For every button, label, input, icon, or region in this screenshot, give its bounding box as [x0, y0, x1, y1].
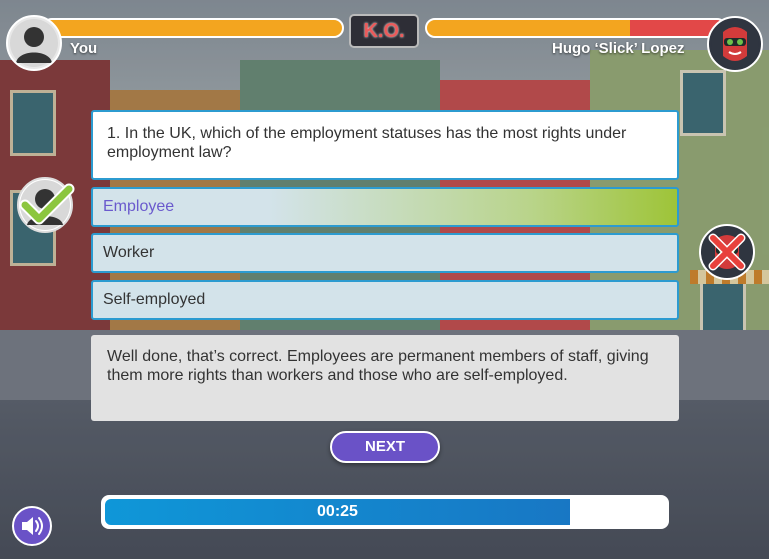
masked-wrestler-icon — [711, 20, 759, 68]
opponent-name: Hugo ‘Slick’ Lopez — [552, 40, 685, 57]
answer-option-self-employed[interactable]: Self-employed — [91, 280, 679, 320]
player-health-bar — [42, 18, 344, 38]
next-button[interactable]: NEXT — [330, 431, 440, 463]
player-answer-marker — [17, 177, 75, 233]
player-name: You — [70, 40, 98, 57]
question-box: 1. In the UK, which of the employment st… — [91, 110, 679, 180]
answer-option-worker[interactable]: Worker — [91, 233, 679, 273]
ko-label: K.O. — [349, 14, 419, 48]
opponent-answer-marker — [699, 224, 755, 280]
player-health-fill — [44, 20, 342, 36]
checkmark-icon — [19, 180, 75, 230]
timer-bar: 00:25 — [101, 495, 669, 529]
player-avatar — [6, 15, 62, 71]
timer-label: 00:25 — [317, 503, 358, 520]
cross-icon — [708, 233, 746, 271]
opponent-health-bar — [425, 18, 727, 38]
sound-toggle-button[interactable] — [12, 506, 52, 546]
user-silhouette-icon — [10, 19, 58, 67]
answer-option-employee[interactable]: Employee — [91, 187, 679, 227]
feedback-box: Well done, that’s correct. Employees are… — [91, 335, 679, 421]
opponent-health-fill — [427, 20, 630, 36]
opponent-avatar — [707, 16, 763, 72]
speaker-icon — [22, 517, 43, 535]
